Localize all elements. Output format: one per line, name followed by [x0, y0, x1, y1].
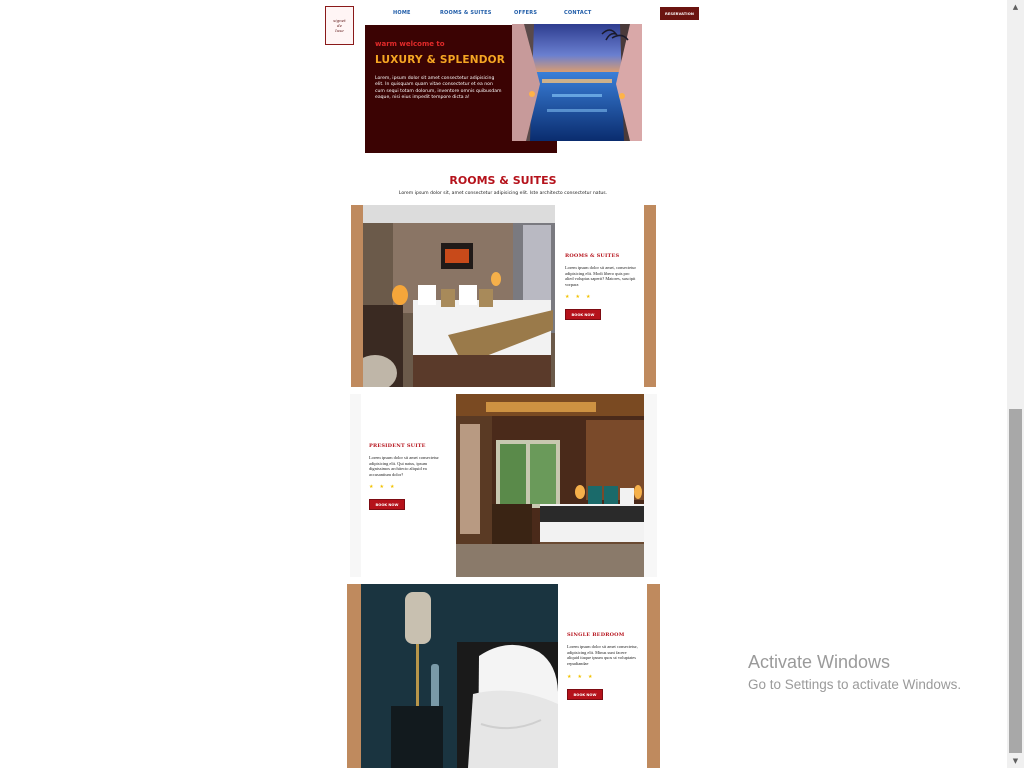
book-now-button-1[interactable]: BOOK NOW [565, 309, 601, 320]
room-desc-3: Lorem ipsum dolor sit amet consectetur, … [567, 644, 638, 666]
activate-windows-title: Activate Windows [748, 652, 891, 672]
section-title: ROOMS & SUITES [449, 174, 557, 187]
section-subtitle: Lorem ipsum dolor sit, amet consectetur … [398, 191, 608, 196]
scroll-up-arrow-icon[interactable]: ▲ [1007, 0, 1024, 14]
hero-welcome-text: warm welcome to [375, 40, 445, 48]
scroll-down-arrow-icon[interactable]: ▼ [1007, 754, 1024, 768]
nav-link-home[interactable]: HOME [393, 10, 411, 16]
bedroom-illustration-3 [361, 584, 558, 768]
room-photo-1 [363, 205, 555, 387]
site-logo[interactable]: signet de luxe [325, 6, 354, 45]
hero-body-text: Lorem, ipsum dolor sit amet consectetur … [375, 76, 502, 100]
activate-windows-subtitle: Go to Settings to activate Windows. [748, 677, 962, 692]
room-rating-stars-1: ★★★ [565, 294, 597, 300]
room-rating-stars-3: ★★★ [567, 674, 599, 680]
nav-link-offers[interactable]: OFFERS [514, 10, 537, 16]
room-desc-1: Lorem ipsum dolor sit amet, consectetur … [565, 265, 636, 287]
room-photo-2 [456, 394, 644, 577]
room-photo-3 [361, 584, 558, 768]
bedroom-illustration-1 [363, 205, 555, 387]
scrollbar-thumb[interactable] [1009, 409, 1022, 753]
bedroom-illustration-2 [456, 394, 644, 577]
room-title-3: SINGLE BEDROOM [567, 632, 625, 638]
nav-link-contact[interactable]: CONTACT [564, 10, 591, 16]
browser-viewport: signet de luxe HOME ROOMS & SUITES OFFER… [0, 0, 1024, 768]
room-desc-2: Lorem ipsum dolor sit amet consectetur a… [369, 455, 439, 477]
hero-pool-photo [512, 24, 642, 141]
room-rating-stars-2: ★★★ [369, 484, 401, 490]
reservation-button[interactable]: RESERVATION [660, 7, 699, 20]
room-title-1: ROOMS & SUITES [565, 253, 620, 259]
logo-text: signet de luxe [333, 18, 346, 33]
hero-title: LUXURY & SPLENDOR [375, 54, 506, 66]
nav-link-rooms-suites[interactable]: ROOMS & SUITES [440, 10, 492, 16]
room-title-2: PRESIDENT SUITE [369, 443, 426, 449]
book-now-button-2[interactable]: BOOK NOW [369, 499, 405, 510]
pool-illustration [512, 24, 642, 141]
book-now-button-3[interactable]: BOOK NOW [567, 689, 603, 700]
